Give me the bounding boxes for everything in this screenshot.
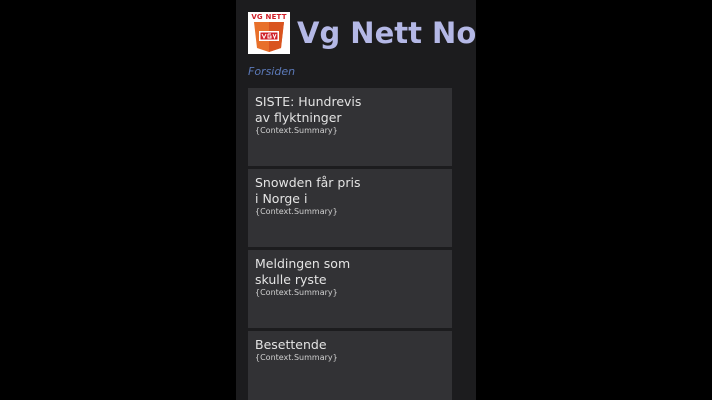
article-summary: {Context.Summary} — [255, 126, 338, 135]
article-summary: {Context.Summary} — [255, 288, 338, 297]
app-panel: VG NETT Vg Nett Norsk Forsiden SISTE: Hu… — [236, 0, 476, 400]
article-tile[interactable]: Meldingen som skulle ryste {Context.Summ… — [248, 250, 452, 328]
article-tile[interactable]: Snowden får pris i Norge i {Context.Summ… — [248, 169, 452, 247]
article-title-text: Besettende — [255, 337, 327, 352]
article-title-text: Snowden får pris i Norge i — [255, 175, 361, 206]
article-title-text: SISTE: Hundrevis av flyktninger — [255, 94, 362, 125]
article-title: Besettende {Context.Summary} — [255, 337, 367, 363]
page-subtitle: Forsiden — [248, 65, 296, 78]
article-title-text: Meldingen som skulle ryste — [255, 256, 351, 287]
article-tile[interactable]: Besettende {Context.Summary} — [248, 331, 452, 400]
article-title: SISTE: Hundrevis av flyktninger {Context… — [255, 94, 367, 136]
article-title: Meldingen som skulle ryste {Context.Summ… — [255, 256, 367, 298]
vg-nett-logo-icon: VG NETT — [248, 12, 290, 54]
article-summary: {Context.Summary} — [255, 207, 338, 216]
article-summary: {Context.Summary} — [255, 353, 338, 362]
screen: VG NETT Vg Nett Norsk Forsiden SISTE: Hu… — [0, 0, 712, 400]
article-tile[interactable]: SISTE: Hundrevis av flyktninger {Context… — [248, 88, 452, 166]
app-title: Vg Nett Norsk — [297, 16, 476, 50]
logo-shield-icon — [254, 22, 284, 52]
article-title: Snowden får pris i Norge i {Context.Summ… — [255, 175, 367, 217]
logo-text: VG NETT — [251, 13, 287, 21]
